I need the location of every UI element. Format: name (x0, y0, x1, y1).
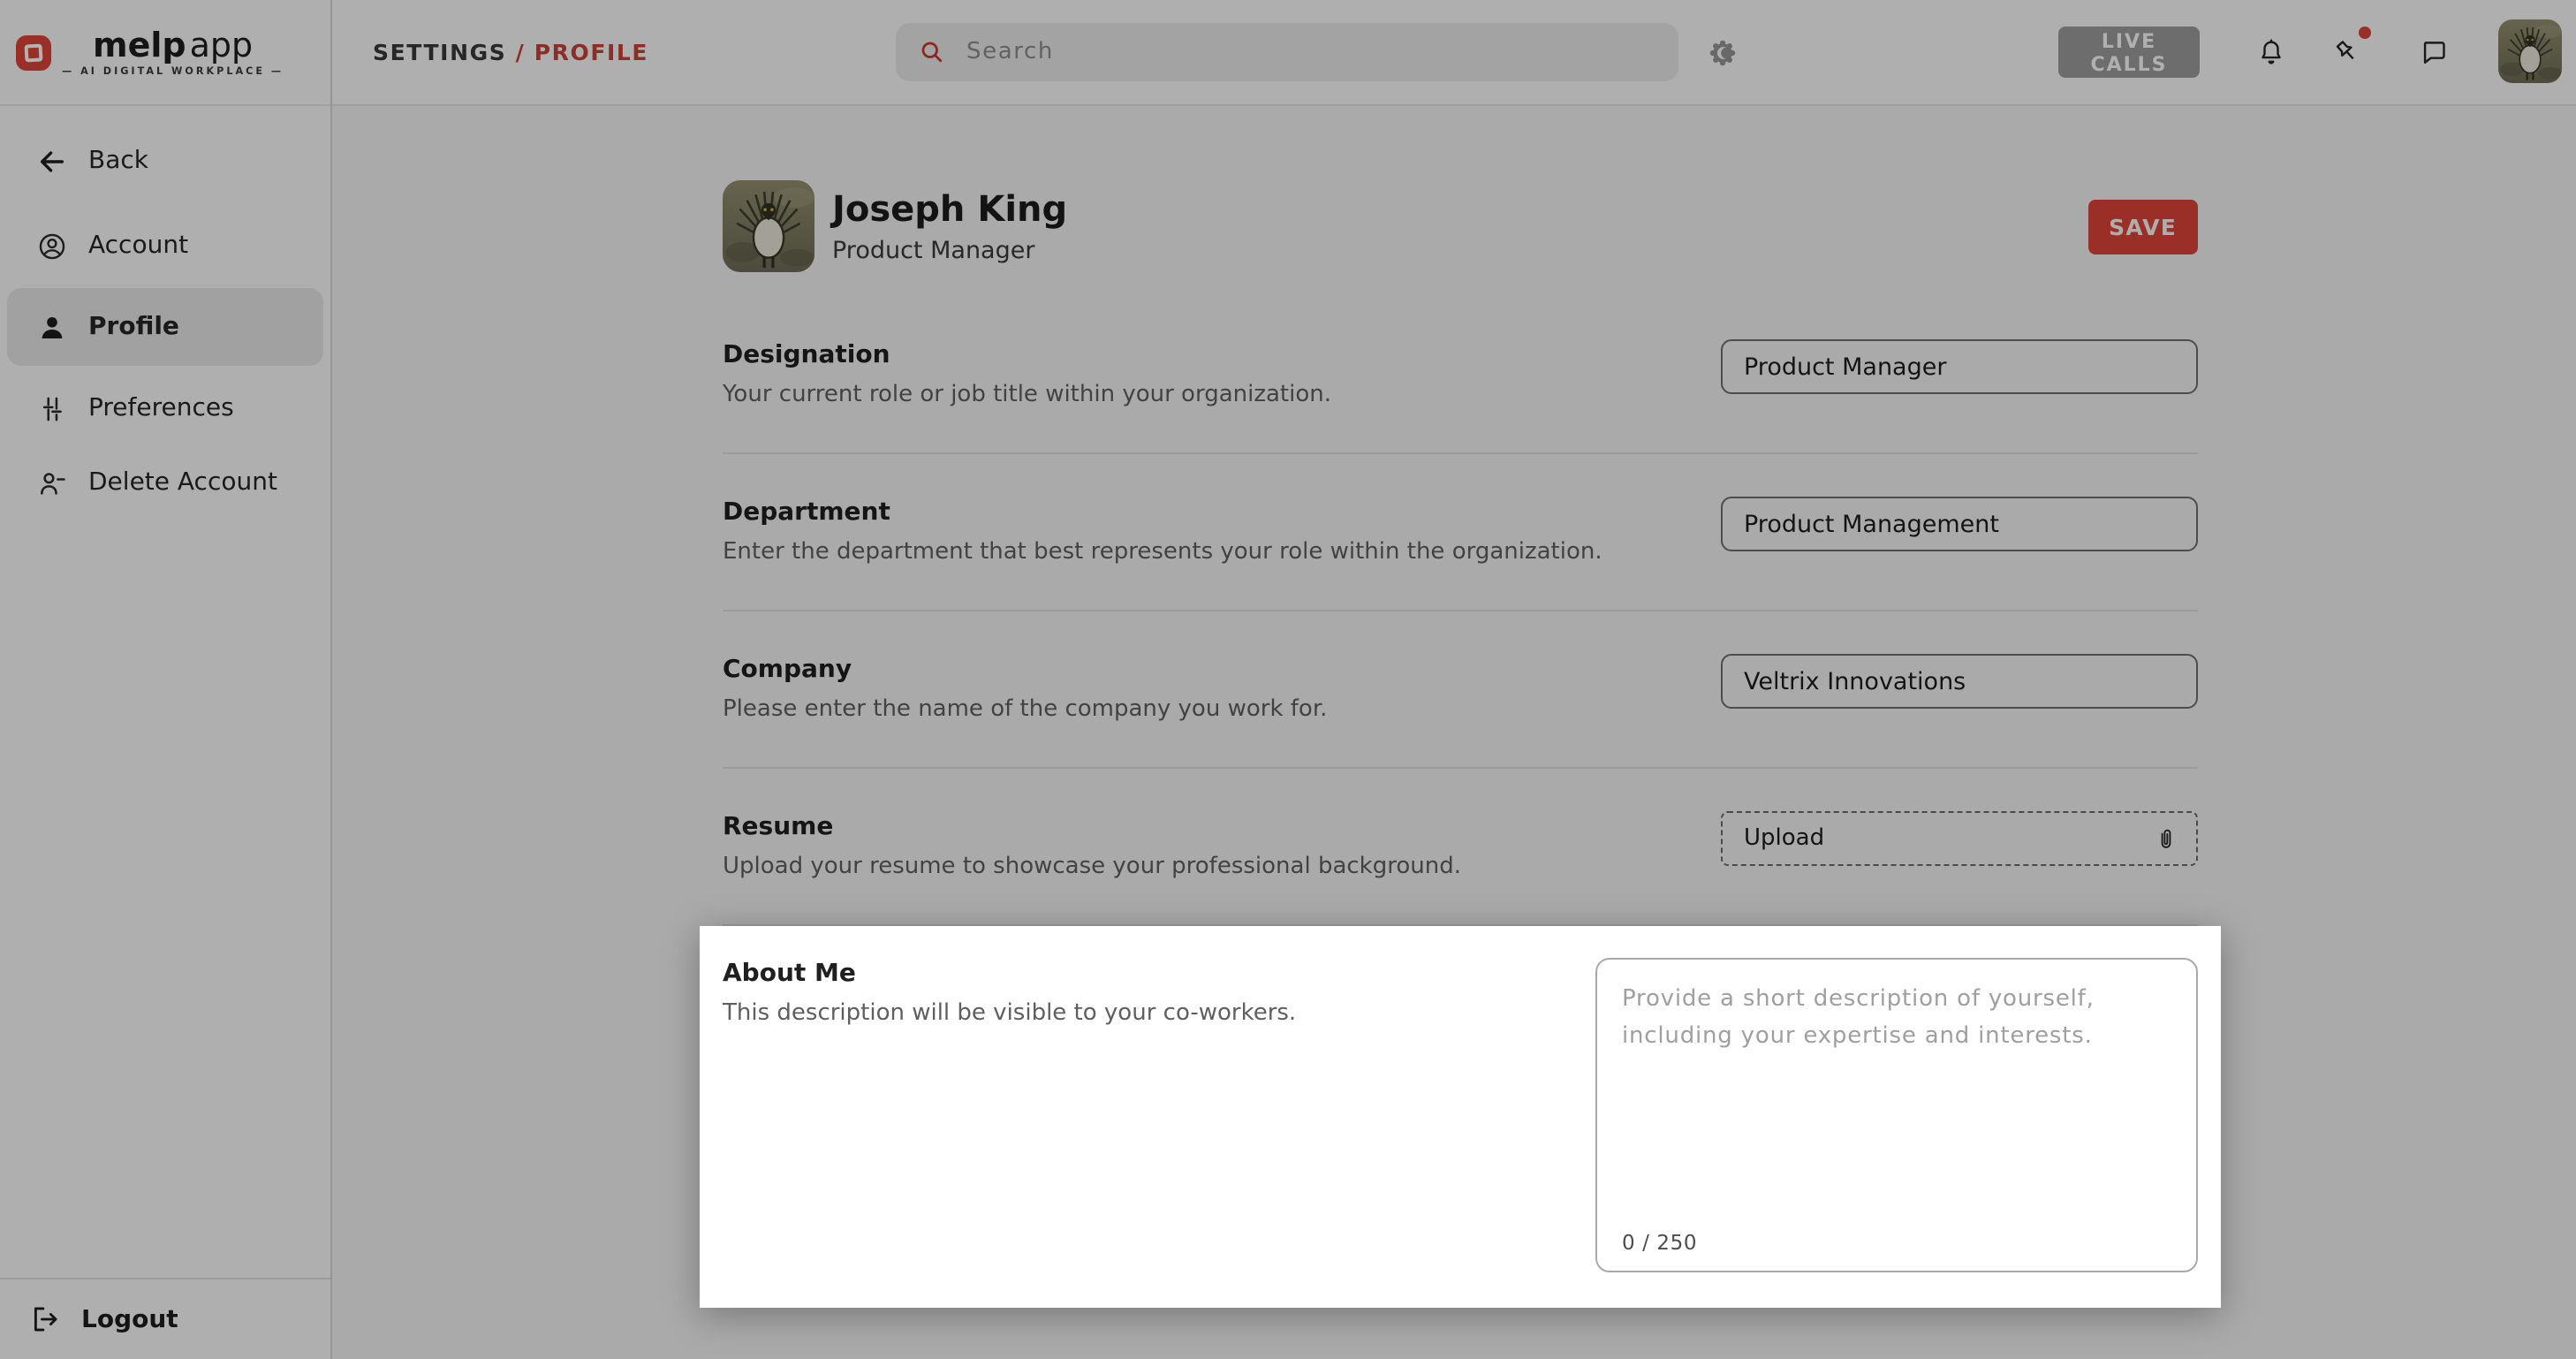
breadcrumb-separator: / (506, 39, 534, 65)
settings-profile-content: Joseph King Product Manager SAVE Designa… (332, 106, 2576, 1359)
theme-auto-icon[interactable] (1707, 37, 1739, 69)
resume-upload-button[interactable]: Upload (1721, 811, 2198, 866)
melp-logo-icon (16, 34, 51, 70)
field-description: Enter the department that best represent… (723, 537, 1650, 567)
app-wordmark: melpapp (93, 27, 253, 63)
topbar: SETTINGS / PROFILE LIVE CALLS (332, 0, 2576, 106)
profile-avatar[interactable] (723, 180, 814, 272)
chat-icon[interactable] (2419, 37, 2449, 67)
back-button[interactable]: Back (7, 131, 323, 191)
field-description: Your current role or job title within yo… (723, 380, 1650, 410)
character-counter: 0 / 250 (1622, 1230, 1697, 1255)
delete-account-icon (37, 467, 67, 497)
field-label: Resume (723, 811, 1650, 843)
search-input[interactable] (963, 37, 1606, 67)
preferences-icon (37, 393, 67, 423)
search-box[interactable] (896, 23, 1678, 81)
company-input[interactable] (1721, 654, 2198, 709)
sidebar-item-label: Delete Account (88, 468, 277, 497)
sidebar: melpapp — AI DIGITAL WORKPLACE — Back Ac… (0, 0, 332, 1359)
profile-header: Joseph King Product Manager SAVE (723, 180, 2198, 272)
sidebar-item-account[interactable]: Account (7, 216, 323, 276)
logout-icon (30, 1304, 60, 1334)
form-row-about-me: About Me This description will be visibl… (700, 926, 2221, 1308)
department-input[interactable] (1721, 497, 2198, 551)
field-description: Upload your resume to showcase your prof… (723, 852, 1650, 882)
upload-label: Upload (1744, 825, 1824, 852)
save-button[interactable]: SAVE (2087, 199, 2198, 254)
brand-name-light: app (190, 26, 254, 65)
sidebar-item-delete-account[interactable]: Delete Account (7, 452, 323, 512)
sidebar-nav: Back Account Profile (0, 106, 330, 512)
logout-label: Logout (81, 1305, 178, 1333)
account-icon (37, 231, 67, 261)
profile-icon (37, 312, 67, 342)
field-label: Department (723, 497, 1650, 528)
sidebar-item-profile[interactable]: Profile (7, 288, 323, 366)
about-me-textarea[interactable] (1622, 981, 2171, 1221)
user-avatar[interactable] (2498, 19, 2562, 83)
app-window: melpapp — AI DIGITAL WORKPLACE — Back Ac… (0, 0, 2576, 1359)
field-label: Company (723, 654, 1650, 686)
profile-name: Joseph King (832, 187, 1067, 230)
sidebar-item-label: Preferences (88, 394, 234, 422)
pinned-items-pin-icon[interactable] (2332, 37, 2362, 67)
sidebar-item-label: Profile (88, 313, 179, 341)
app-logo: melpapp — AI DIGITAL WORKPLACE — (0, 0, 330, 106)
back-arrow-icon (37, 146, 67, 176)
form-row-company: Company Please enter the name of the com… (723, 611, 2198, 769)
field-label: About Me (723, 958, 1525, 990)
breadcrumb[interactable]: SETTINGS / PROFILE (373, 39, 648, 65)
logout-button[interactable]: Logout (0, 1278, 330, 1359)
about-me-textarea-box: 0 / 250 (1595, 958, 2198, 1272)
form-row-department: Department Enter the department that bes… (723, 454, 2198, 611)
profile-role: Product Manager (832, 237, 1067, 265)
brand-tagline: — AI DIGITAL WORKPLACE — (62, 66, 284, 77)
sidebar-item-preferences[interactable]: Preferences (7, 378, 323, 438)
designation-input[interactable] (1721, 339, 2198, 394)
field-description: This description will be visible to your… (723, 998, 1525, 1029)
field-label: Designation (723, 339, 1650, 371)
notification-dot (2359, 27, 2371, 39)
form-row-resume: Resume Upload your resume to showcase yo… (723, 769, 2198, 926)
field-description: Please enter the name of the company you… (723, 695, 1650, 725)
back-label: Back (88, 147, 148, 175)
brand-name-bold: melp (93, 26, 186, 65)
form-row-designation: Designation Your current role or job tit… (723, 297, 2198, 454)
sidebar-item-label: Account (88, 232, 188, 260)
search-icon (919, 39, 945, 65)
breadcrumb-profile: PROFILE (534, 39, 648, 65)
breadcrumb-settings[interactable]: SETTINGS (373, 39, 506, 65)
notifications-bell-icon[interactable] (2256, 37, 2286, 67)
paperclip-icon (2154, 824, 2178, 853)
live-calls-button[interactable]: LIVE CALLS (2058, 27, 2200, 78)
